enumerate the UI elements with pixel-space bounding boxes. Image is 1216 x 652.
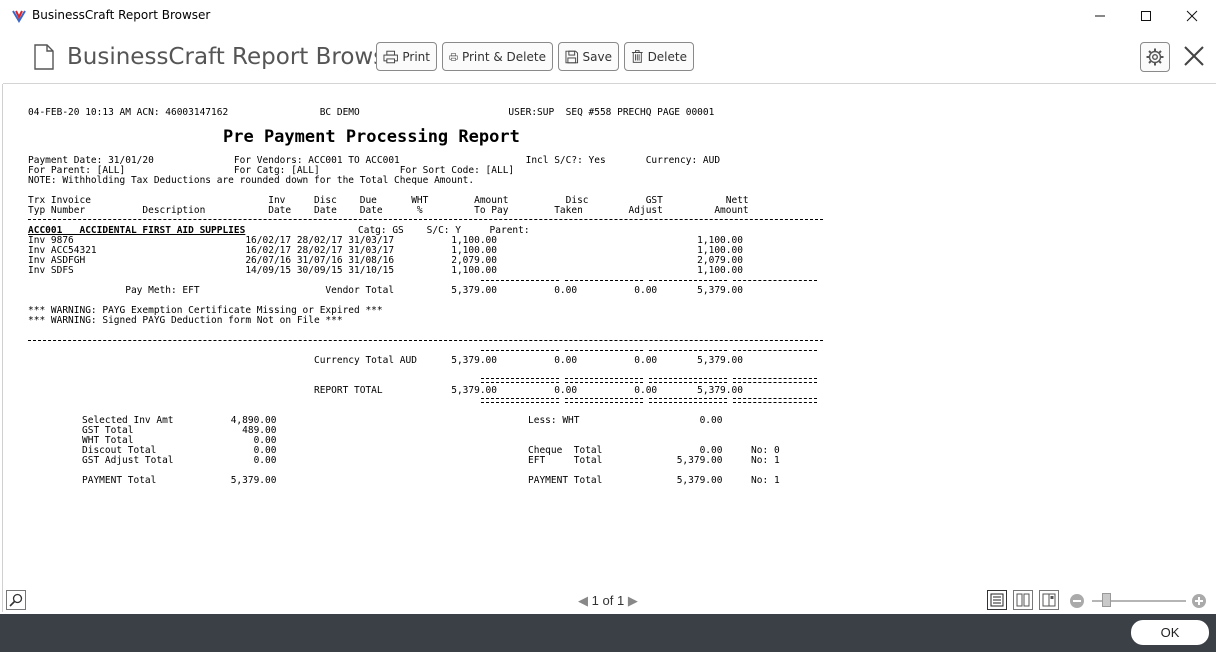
total-double-rule [481,378,559,383]
vendor-total-line: Pay Meth: EFT Vendor Total 5,379.00 0.00… [28,285,743,296]
floppy-disk-icon [565,50,579,63]
page-of-label: of [602,593,614,608]
gear-icon [1146,48,1164,66]
summary-right-line: PAYMENT Total 5,379.00 No: 1 [528,475,780,486]
subtotal-rule [565,280,643,281]
print-button-label: Print [402,49,430,64]
total-double-rule [733,378,817,383]
subtotal-rule [565,350,643,351]
total-double-rule [733,398,817,403]
minimize-icon[interactable] [1077,0,1123,32]
print-button[interactable]: Print [376,42,437,71]
zoom-slider-thumb[interactable] [1102,593,1111,607]
print-delete-button-label: Print & Delete [461,49,546,64]
close-report-icon[interactable] [1183,45,1205,71]
current-page: 1 [591,593,599,608]
subtotal-rule [649,280,727,281]
total-double-rule [649,378,727,383]
total-double-rule [481,398,559,403]
subtotal-rule [649,350,727,351]
subtotal-rule [733,280,817,281]
report-total-line: REPORT TOTAL 5,379.00 0.00 0.00 5,379.00 [28,385,743,396]
header-rule-line [28,219,823,220]
two-page-icon [1016,593,1030,607]
search-button[interactable] [6,590,26,610]
report-header-line: 04-FEB-20 10:13 AM ACN: 46003147162 BC D… [28,107,715,118]
delete-button-label: Delete [647,49,687,64]
next-page-icon[interactable]: ▶ [628,593,638,608]
summary-right-line: EFT Total 5,379.00 No: 1 [528,455,780,466]
warning-line: *** WARNING: Signed PAYG Deduction form … [28,315,343,326]
header-divider [3,83,1216,84]
subtotal-rule [733,350,817,351]
zoom-out-icon[interactable] [1069,593,1085,613]
trash-icon [631,50,643,63]
printer-icon [449,52,458,61]
settings-button[interactable] [1140,42,1170,72]
previous-page-icon[interactable]: ◀ [578,593,588,608]
table-row: Inv SDFS 14/09/15 30/09/15 31/10/15 1,10… [28,265,743,276]
delete-button[interactable]: Delete [624,42,694,71]
app-title: BusinessCraft Report Browser [67,44,409,70]
two-page-view-button[interactable] [1013,590,1033,610]
total-double-rule [565,378,643,383]
ok-button[interactable]: OK [1131,620,1209,645]
book-view-button[interactable] [1039,590,1059,610]
total-pages: 1 [616,593,625,608]
column-header-line: Typ Number Description Date Date Date % … [28,205,749,216]
single-page-icon [990,593,1004,607]
total-double-rule [649,398,727,403]
report-title: Pre Payment Processing Report [223,127,520,147]
pager: ◀ 1 of 1 ▶ [578,593,638,609]
summary-right-line: Less: WHT 0.00 [528,415,723,426]
single-page-view-button[interactable] [987,590,1007,610]
summary-left-line: GST Adjust Total 0.00 [82,455,277,466]
printer-icon [383,50,398,63]
maximize-icon[interactable] [1123,0,1169,32]
save-button-label: Save [582,49,612,64]
currency-total-line: Currency Total AUD 5,379.00 0.00 0.00 5,… [28,355,743,366]
close-icon[interactable] [1169,0,1215,32]
zoom-in-icon[interactable] [1191,593,1207,613]
window-title: BusinessCraft Report Browser [32,8,211,22]
book-view-icon [1042,593,1056,607]
summary-left-line: PAYMENT Total 5,379.00 [82,475,277,486]
magnifier-icon [9,593,23,607]
print-delete-button[interactable]: Print & Delete [442,42,553,71]
save-button[interactable]: Save [558,42,619,71]
report-note-line: NOTE: Withholding Tax Deductions are rou… [28,175,475,186]
dialog-footer-bar [0,614,1216,652]
subtotal-rule [481,280,559,281]
app-logo-icon [12,8,26,27]
subtotal-rule [481,350,559,351]
total-double-rule [565,398,643,403]
section-rule-line [28,340,823,341]
document-icon [34,44,54,74]
viewer-left-border [2,84,3,612]
